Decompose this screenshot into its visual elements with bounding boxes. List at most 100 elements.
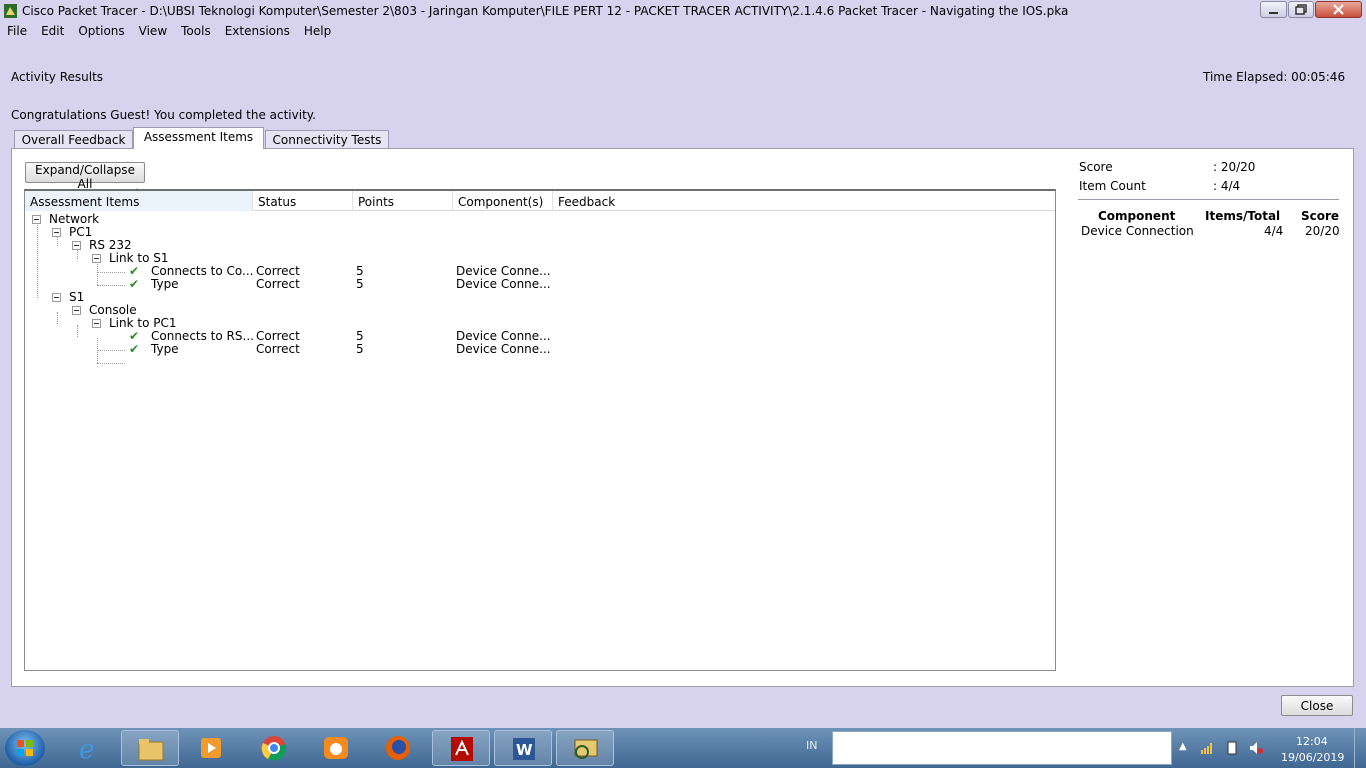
collapse-icon[interactable] [72,306,81,315]
tree-guide [97,363,125,364]
points-cell: 5 [356,342,364,356]
tree-label: Type [151,277,179,291]
summary-header-items-total: Items/Total [1205,209,1281,223]
close-window-button[interactable] [1315,1,1362,18]
menu-file[interactable]: File [0,22,34,40]
checkmark-icon: ✔ [129,342,140,356]
tree-header: Assessment Items ˄ Status Points Compone… [25,188,1055,211]
menu-edit[interactable]: Edit [34,22,71,40]
svg-text:W: W [516,741,533,759]
volume-muted-icon[interactable] [1249,741,1263,755]
collapse-icon[interactable] [92,319,101,328]
taskbar-word[interactable]: W [494,730,552,766]
activity-results-heading: Activity Results [11,70,104,84]
expand-collapse-button[interactable]: Expand/Collapse All [25,162,145,191]
column-components[interactable]: Component(s) [453,191,553,211]
score-value: : 20/20 [1213,160,1256,174]
window-title: Cisco Packet Tracer - D:\UBSI Teknologi … [22,4,1069,18]
menu-extensions[interactable]: Extensions [218,22,297,40]
status-cell: Correct [256,277,300,291]
tree-row[interactable]: ✔ Type Correct 5 Device Conne... [25,343,1055,356]
taskbar-firefox[interactable] [369,730,427,766]
show-desktop-button[interactable] [1354,728,1366,768]
summary-header-component: Component [1098,209,1176,223]
component-cell: Device Conne... [456,277,551,291]
windows-logo-icon [17,740,33,756]
tree-row[interactable]: ✔ Type Correct 5 Device Conne... [25,278,1055,291]
collapse-icon[interactable] [72,241,81,250]
assessment-tree[interactable]: Assessment Items ˄ Status Points Compone… [24,188,1056,671]
word-icon: W [513,738,535,760]
tab-assessment-items[interactable]: Assessment Items [133,127,264,149]
clock-time[interactable]: 12:04 [1296,735,1328,748]
clock-date[interactable]: 19/06/2019 [1281,751,1344,764]
column-points[interactable]: Points [353,191,453,211]
column-assessment-items[interactable]: Assessment Items ˄ [25,188,253,211]
summary-header-score: Score [1301,209,1340,223]
acrobat-icon [451,737,473,761]
component-cell: Device Conne... [456,342,551,356]
congratulations-message: Congratulations Guest! You completed the… [11,108,316,122]
sort-ascending-icon: ˄ [135,188,139,197]
time-elapsed: Time Elapsed: 00:05:46 [1203,70,1346,84]
taskbar-packet-tracer[interactable] [556,730,614,766]
restore-icon [1295,4,1307,15]
packet-tracer-app-icon [4,4,17,18]
media-player-icon [201,738,221,758]
collapse-icon[interactable] [52,293,61,302]
taskbar-internet-explorer[interactable]: e [60,730,118,766]
menu-help[interactable]: Help [297,22,338,40]
menu-options[interactable]: Options [71,22,131,40]
packet-tracer-icon [574,739,598,759]
tree-row[interactable]: Console [25,304,1055,317]
chrome-icon [261,736,286,761]
firefox-icon [386,736,410,760]
device-icon[interactable] [1225,741,1239,755]
column-feedback[interactable]: Feedback [553,191,1055,211]
tree-row[interactable]: Network [25,213,1055,226]
svg-text:e: e [79,735,94,761]
signal-icon[interactable] [1200,741,1214,755]
summary-row-score: 20/20 [1305,224,1340,238]
maximize-button[interactable] [1288,1,1314,18]
item-count-label: Item Count [1079,179,1146,193]
start-button[interactable] [5,730,45,766]
tree-row[interactable]: PC1 [25,226,1055,239]
file-explorer-icon [138,739,164,761]
minimize-icon [1269,12,1278,14]
status-cell: Correct [256,342,300,356]
uc-browser-icon [324,737,348,759]
summary-row-component: Device Connection [1081,224,1194,238]
taskbar-acrobat[interactable] [432,730,490,766]
close-button[interactable]: Close [1281,695,1353,716]
tab-overall-feedback[interactable]: Overall Feedback [14,130,133,149]
tab-connectivity-tests[interactable]: Connectivity Tests [265,130,389,149]
column-status[interactable]: Status [253,191,353,211]
column-label: Assessment Items [30,195,140,209]
menu-bar: File Edit Options View Tools Extensions … [0,22,1366,40]
score-label: Score [1079,160,1113,174]
taskbar: e W IN ▲ 12:04 19/06/2019 [0,728,1366,768]
collapse-icon[interactable] [52,228,61,237]
internet-explorer-icon: e [79,735,94,761]
language-indicator[interactable]: IN [806,739,817,752]
show-hidden-icons[interactable]: ▲ [1179,741,1187,752]
divider [1078,199,1339,200]
taskbar-input-box[interactable] [832,731,1172,765]
checkmark-icon: ✔ [129,277,140,291]
tree-label: Type [151,342,179,356]
collapse-icon[interactable] [32,215,41,224]
taskbar-media-player[interactable] [182,730,240,766]
taskbar-file-explorer[interactable] [121,730,179,766]
taskbar-uc-browser[interactable] [307,730,365,766]
menu-tools[interactable]: Tools [174,22,218,40]
menu-view[interactable]: View [132,22,174,40]
close-icon [1333,4,1344,15]
collapse-icon[interactable] [92,254,101,263]
minimize-button[interactable] [1260,1,1287,18]
tree-label: S1 [69,290,85,304]
taskbar-chrome[interactable] [245,730,303,766]
title-bar: Cisco Packet Tracer - D:\UBSI Teknologi … [0,0,1366,22]
tree-row[interactable]: RS 232 [25,239,1055,252]
tree-row[interactable]: S1 [25,291,1055,304]
